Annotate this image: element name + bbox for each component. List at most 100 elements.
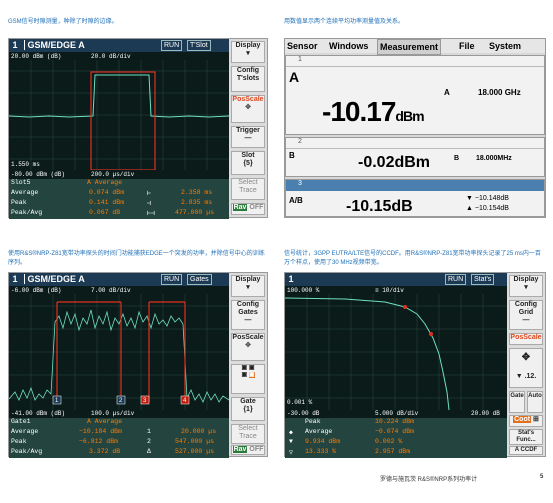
stats-table: Peak 10.224 dBm ◆ Average −0.074 dBm ▼ 9… xyxy=(285,418,507,458)
mode-tag: T'Slot xyxy=(187,40,211,51)
page-number: 5 xyxy=(540,474,544,480)
gate-grid-icon: ▣ ▣ ▣ ▣ xyxy=(241,365,255,378)
window-2-number: 2 xyxy=(286,138,544,149)
menu-file[interactable]: File xyxy=(459,39,475,53)
power-trace-plot xyxy=(9,60,229,170)
stats-func-button[interactable]: Stat's Func... xyxy=(509,429,543,445)
x-start-label: -30.00 dB xyxy=(287,410,320,417)
run-tag: RUN xyxy=(161,274,183,285)
channel-label: A xyxy=(289,69,300,85)
move-arrows-icon: ✥ xyxy=(245,342,251,349)
value-2: -0.02dBm xyxy=(358,154,431,171)
footer-text: 罗德与施瓦茨 R&S®NRP系列功率计 xyxy=(380,477,478,483)
move-arrows-icon: ✥ xyxy=(245,104,251,111)
run-tag: RUN xyxy=(161,40,183,51)
window-title: GSM/EDGE A xyxy=(23,274,85,284)
frequency-value: 18.000MHz xyxy=(476,155,512,162)
y-bottom-label: -80.00 dBm (dB) xyxy=(11,171,66,178)
y-bottom-label: -41.00 dBm (dB) xyxy=(11,410,66,417)
run-tag: RUN xyxy=(445,274,467,285)
stats-row: Peak/Avg 3.372 dB Δ 527.000 µs xyxy=(11,448,215,455)
y-top-label: -6.00 dBm (dB) xyxy=(11,287,62,294)
timeslot-gate xyxy=(90,71,156,170)
stats-row: Average −10.184 dBm 1 20.000 µs xyxy=(11,428,217,435)
x-scale-label: 100.0 µs/div xyxy=(91,410,135,417)
menu-bar: Sensor Windows Measurement File System xyxy=(285,39,545,55)
gate-select-grid[interactable]: ▣ ▣ ▣ ▣ xyxy=(231,364,265,394)
freq-channel: A xyxy=(444,88,450,97)
config-tslots-button[interactable]: Config T'slots xyxy=(231,66,265,92)
stats-row: Peak/Avg 0.067 dB ⊢⊣ 477.000 µs xyxy=(11,209,215,217)
stats-row: ▽ 13.333 % 2.957 dBm xyxy=(289,448,411,456)
ccdf-curve xyxy=(285,297,450,410)
window-number: 1 xyxy=(12,40,18,50)
window-3[interactable]: 3 A/B -10.15dB ▼ −10.148dB ▲ −10.154dB xyxy=(285,179,545,217)
stats-table: Gate1 A Average Average −10.184 dBm 1 20… xyxy=(9,418,229,458)
expand-icon: ⊞ xyxy=(533,416,539,423)
window-number: 1 xyxy=(288,274,294,284)
freq-channel: B xyxy=(454,155,460,162)
x-scale-label: 200.0 µs/div xyxy=(91,171,135,178)
main-value: -10.17dBm xyxy=(322,96,425,127)
edge-trace-plot: 1 2 3 4 xyxy=(9,294,229,410)
caption-top-left: GSM信号时隙测量，种除了时隙的边缘。 xyxy=(8,19,118,25)
y-low-label: 0.001 % xyxy=(287,399,313,406)
x-scale-label: 5.000 dB/div xyxy=(375,410,419,417)
stats-row: Peak 10.224 dBm xyxy=(305,418,415,425)
config-grid-button[interactable]: Config Grid — xyxy=(509,300,543,330)
y-scale-label: 7.00 dB/div xyxy=(91,287,131,294)
softkey-panel: Display ▾ Config Grid — PosScale ✥ ▼ .12. G… xyxy=(507,273,545,456)
display-button[interactable]: Display ▾ xyxy=(509,275,543,297)
posscale-button[interactable]: PosScale xyxy=(509,333,543,345)
marker-dot xyxy=(403,305,407,309)
select-trace-button[interactable]: Select Trace xyxy=(231,424,265,444)
stats-row: ▼ 9.934 dBm 0.002 % xyxy=(289,438,403,445)
posscale-button[interactable]: PosScale ✥ xyxy=(231,333,265,361)
stats-row: Slot5 A Average xyxy=(11,179,123,186)
window-title: GSM/EDGE A xyxy=(23,40,85,50)
stats-row: Peak 0.141 dBm ⊣ 2.835 ms xyxy=(11,199,213,207)
edge-gates-screen: 1 GSM/EDGE A RUN Gates -6.00 dBm (dB) 7.… xyxy=(8,272,268,458)
mode-tag: Stat's xyxy=(471,274,495,285)
max-value: ▼ −10.148dB xyxy=(466,195,509,202)
y-top-label: 20.00 dBm (dB) xyxy=(11,53,62,60)
gsm-timeslot-screen: 1 GSM/EDGE A RUN T'Slot 20.00 dBm (dB) 2… xyxy=(8,38,268,219)
x-end-label: 20.00 dB xyxy=(471,410,500,417)
menu-sensor[interactable]: Sensor xyxy=(287,39,318,53)
config-gates-button[interactable]: Config Gates — xyxy=(231,300,265,330)
channel-label: B xyxy=(289,151,295,160)
slot-button[interactable]: Slot {5} xyxy=(231,151,265,175)
window-1[interactable]: 1 A -10.17dBm A 18.000 GHz xyxy=(285,55,545,135)
menu-windows[interactable]: Windows xyxy=(329,39,368,53)
caption-bottom-right: 信号统计，3GPP EUTRA/LTE信号的CCDF。用R&S®NRP-Z81宽… xyxy=(284,251,541,266)
posscale-button[interactable]: PosScale ✥ xyxy=(231,95,265,123)
y-scale-label: 20.0 dB/div xyxy=(91,53,131,60)
stats-row: ◆ Average −0.074 dBm xyxy=(289,428,415,436)
auto-button[interactable]: Auto xyxy=(527,391,543,413)
stats-row: Peak −6.812 dBm 2 547.000 µs xyxy=(11,438,215,445)
display-button[interactable]: Display ▾ xyxy=(231,275,265,297)
stats-row: Gate1 A Average xyxy=(11,418,123,425)
window-2[interactable]: 2 B -0.02dBm B 18.000MHz xyxy=(285,137,545,177)
rav-toggle[interactable]: Rav OFF xyxy=(231,445,265,455)
ccdf-screen: 1 RUN Stat's 100.000 % ≡ 10/div 0.001 % … xyxy=(284,272,546,458)
coot-button[interactable]: Coot ⊞ xyxy=(509,415,543,427)
select-trace-button[interactable]: Select Trace xyxy=(231,178,265,200)
gate-button[interactable]: Gate {1} xyxy=(231,397,265,421)
menu-measurement[interactable]: Measurement xyxy=(377,39,442,55)
ratio-value: -10.15dB xyxy=(346,198,413,215)
measurement-display: Sensor Windows Measurement File System 1… xyxy=(284,38,546,218)
rav-toggle[interactable]: Rav OFF xyxy=(231,203,265,215)
window-1-number: 1 xyxy=(286,56,544,67)
menu-system[interactable]: System xyxy=(489,39,521,53)
frequency-value: 18.000 GHz xyxy=(478,88,521,97)
caption-bottom-left: 使用R&S®NRP-Z81宽带功率探头的时间门功能捕获EDGE一个突发的功率，并… xyxy=(8,251,265,266)
ccdf-button[interactable]: A CCDF xyxy=(509,446,543,455)
window-number: 1 xyxy=(12,274,18,284)
window-3-number: 3 xyxy=(286,180,544,191)
display-button[interactable]: Display ▾ xyxy=(231,41,265,63)
move-arrows-icon[interactable]: ✥ ▼ .12. xyxy=(509,348,543,388)
gate-button[interactable]: Gate xyxy=(509,391,525,413)
softkey-panel: Display ▾ Config T'slots PosScale ✥ Trigge… xyxy=(229,39,267,217)
trigger-button[interactable]: Trigger — xyxy=(231,126,265,148)
